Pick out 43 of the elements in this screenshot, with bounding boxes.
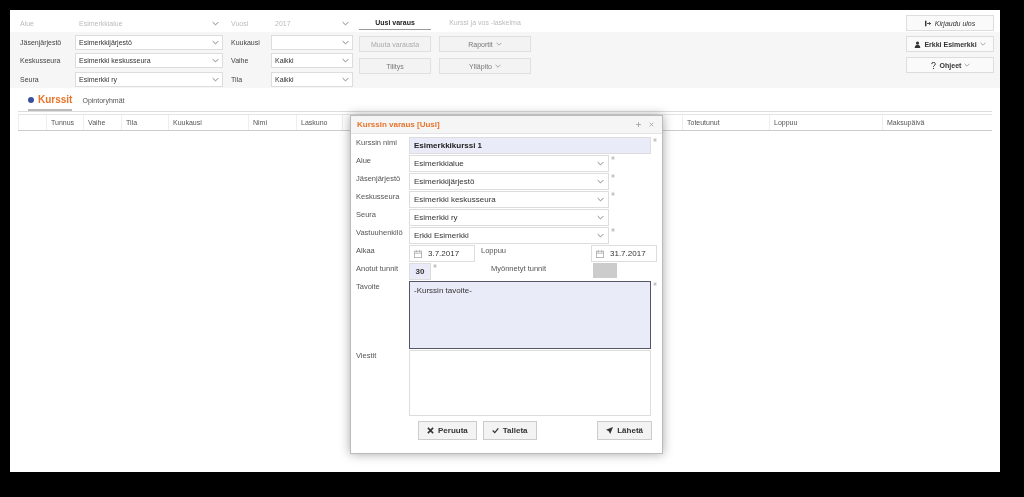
chevron-down-icon [597, 179, 604, 184]
name-field[interactable]: Esimerkkikurssi 1 [409, 137, 651, 154]
dialog-title: Kurssin varaus [Uusi] [357, 120, 440, 129]
user-icon [914, 40, 922, 48]
calendar-icon [596, 249, 604, 258]
chevron-down-icon [342, 39, 349, 45]
chevron-down-icon [212, 21, 219, 27]
caret-icon [979, 42, 986, 46]
select-field[interactable]: Esimerkkialue [409, 155, 609, 172]
chevron-down-icon [342, 21, 349, 27]
select-field[interactable]: Esimerkki keskusseura [409, 191, 609, 208]
calendar-icon [414, 249, 422, 258]
chevron-down-icon [212, 76, 219, 82]
dialog-button[interactable]: Talleta [482, 421, 537, 440]
chevron-down-icon [342, 76, 349, 82]
bullet-icon [28, 96, 34, 103]
date-field[interactable]: 3.7.2017 [409, 245, 475, 262]
caret-icon [964, 63, 971, 67]
check-icon [491, 427, 499, 434]
hours-field[interactable]: 30 [409, 263, 431, 280]
select-field[interactable]: Esimerkkijärjestö [409, 173, 609, 190]
date-field[interactable]: 31.7.2017 [591, 245, 657, 262]
help-icon [929, 61, 937, 69]
chevron-down-icon [597, 197, 604, 202]
close-icon [427, 427, 434, 434]
text-area[interactable]: -Kurssin tavoite- [409, 281, 651, 349]
logout-icon [924, 19, 932, 27]
expand-icon[interactable] [636, 122, 641, 127]
chevron-down-icon [597, 215, 604, 220]
send-icon [606, 427, 614, 434]
text-area[interactable] [409, 350, 651, 416]
filter-select[interactable] [271, 34, 353, 50]
chevron-down-icon [212, 39, 219, 45]
chevron-down-icon [342, 58, 349, 64]
dialog-button[interactable]: Peruuta [418, 421, 477, 440]
chevron-down-icon [597, 233, 604, 238]
close-icon[interactable] [649, 122, 654, 127]
hours-field[interactable] [593, 263, 617, 278]
select-field[interactable]: Esimerkki ry [409, 209, 609, 226]
select-field[interactable]: Erkki Esimerkki [409, 227, 609, 244]
chevron-down-icon [597, 161, 604, 166]
dialog-button[interactable]: Lähetä [597, 421, 652, 440]
chevron-down-icon [212, 58, 219, 64]
